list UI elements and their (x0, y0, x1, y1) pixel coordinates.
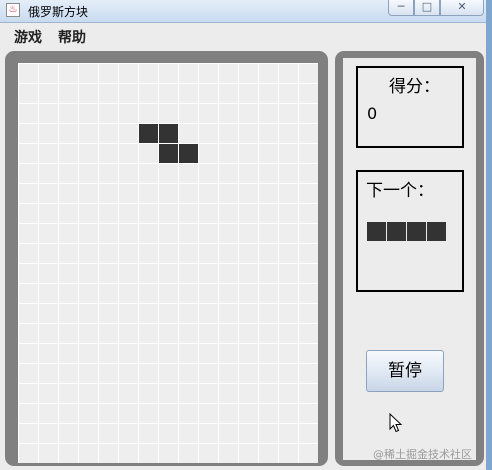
tetromino-block (179, 144, 198, 163)
window-title: 俄罗斯方块 (28, 5, 89, 19)
watermark: @稀土掘金技术社区 (373, 448, 472, 461)
maximize-button[interactable]: □ (414, 0, 440, 16)
title-bar[interactable]: ♨ 俄罗斯方块 ─ □ ✕ (0, 0, 486, 23)
mouse-cursor-icon (389, 413, 403, 433)
score-box: 得分： 0 (356, 66, 464, 148)
minimize-button[interactable]: ─ (388, 0, 414, 16)
menu-game[interactable]: 游戏 (14, 27, 42, 47)
tetromino-block (159, 124, 178, 143)
next-piece-block (427, 222, 446, 241)
menu-bar: 游戏 帮助 (0, 23, 486, 47)
tetromino-block (159, 144, 178, 163)
score-value: 0 (367, 104, 378, 123)
java-icon: ♨ (6, 3, 20, 17)
desktop-background (486, 0, 492, 470)
next-piece-block (387, 222, 406, 241)
pause-button[interactable]: 暂停 (366, 350, 444, 392)
menu-help[interactable]: 帮助 (58, 27, 86, 47)
next-piece-block (407, 222, 426, 241)
game-board (18, 63, 318, 463)
next-piece-box: 下一个： (356, 170, 464, 292)
next-piece-block (367, 222, 386, 241)
close-button[interactable]: ✕ (440, 0, 484, 16)
next-piece-label: 下一个： (366, 181, 434, 201)
tetromino-block (139, 124, 158, 143)
score-label: 得分： (389, 77, 440, 97)
